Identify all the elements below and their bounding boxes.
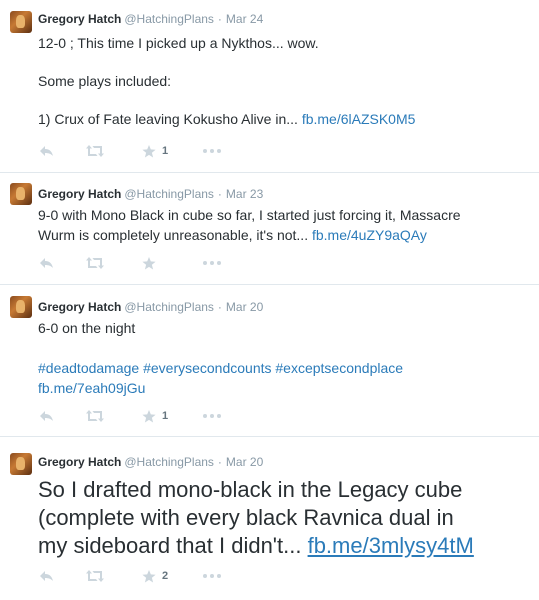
more-button[interactable] [203, 255, 221, 271]
tweet-date[interactable]: Mar 24 [226, 12, 263, 26]
author-name[interactable]: Gregory Hatch [38, 300, 121, 314]
tweet-line-text: Wurm is completely unreasonable, it's no… [38, 227, 309, 243]
star-icon [142, 144, 156, 158]
tweet-line: my sideboard that I didn't... fb.me/3mly… [38, 532, 531, 560]
separator: · [217, 300, 222, 314]
retweet-button[interactable] [86, 408, 104, 424]
tweet-text: So I drafted mono-black in the Legacy cu… [38, 476, 531, 560]
star-icon [142, 569, 156, 583]
tweet-text: 6-0 on the night #deadtodamage #everysec… [38, 318, 531, 398]
tweet-date[interactable]: Mar 20 [226, 455, 263, 469]
author-name[interactable]: Gregory Hatch [38, 187, 121, 201]
author-handle[interactable]: @HatchingPlans [124, 300, 214, 314]
tweet-line: 12-0 ; This time I picked up a Nykthos..… [38, 35, 319, 51]
tweet-timeline: Gregory Hatch @HatchingPlans · Mar 24 12-0 … [0, 0, 539, 600]
more-icon [203, 574, 221, 578]
tweet-line: 9-0 with Mono Black in cube so far, I st… [38, 207, 461, 223]
avatar[interactable] [10, 453, 32, 475]
retweet-icon [86, 570, 104, 582]
retweet-button[interactable] [86, 143, 104, 159]
author-handle[interactable]: @HatchingPlans [124, 187, 214, 201]
separator: · [217, 12, 222, 26]
tweet-line: 6-0 on the night [38, 320, 136, 336]
favorite-button[interactable]: 1 [142, 408, 168, 424]
favorite-button[interactable]: 1 [142, 143, 168, 159]
retweet-button[interactable] [86, 568, 104, 584]
tweet-header: Gregory Hatch @HatchingPlans · Mar 23 [38, 187, 263, 201]
retweet-icon [86, 410, 104, 422]
tweet-actions: 2 [40, 568, 280, 584]
tweet-actions: 1 [40, 143, 280, 159]
more-icon [203, 149, 221, 153]
tweet[interactable]: Gregory Hatch @HatchingPlans · Mar 24 12-0 … [0, 0, 539, 173]
tweet-line: Some plays included: [38, 73, 172, 89]
author-name[interactable]: Gregory Hatch [38, 455, 121, 469]
retweet-button[interactable] [86, 255, 104, 271]
tweet[interactable]: Gregory Hatch @HatchingPlans · Mar 20 So I … [0, 437, 539, 600]
tweet-line: 1) Crux of Fate leaving Kokusho Alive in… [38, 109, 531, 129]
reply-button[interactable] [40, 143, 54, 159]
retweet-icon [86, 257, 104, 269]
tweet-date[interactable]: Mar 20 [226, 300, 263, 314]
avatar[interactable] [10, 11, 32, 33]
tweet-text: 12-0 ; This time I picked up a Nykthos..… [38, 33, 531, 129]
tweet-header: Gregory Hatch @HatchingPlans · Mar 24 [38, 12, 263, 26]
tweet-date[interactable]: Mar 23 [226, 187, 263, 201]
more-button[interactable] [203, 568, 221, 584]
tweet-line: (complete with every black Ravnica dual … [38, 505, 454, 530]
tweet-link[interactable]: fb.me/3mlysy4tM [308, 533, 474, 558]
more-button[interactable] [203, 143, 221, 159]
more-icon [203, 261, 221, 265]
retweet-icon [86, 145, 104, 157]
star-icon [142, 256, 156, 270]
author-handle[interactable]: @HatchingPlans [124, 12, 214, 26]
tweet-line-text: my sideboard that I didn't... [38, 533, 302, 558]
reply-icon [40, 570, 54, 582]
avatar[interactable] [10, 183, 32, 205]
favorite-button[interactable] [142, 255, 162, 271]
reply-icon [40, 145, 54, 157]
tweet-header: Gregory Hatch @HatchingPlans · Mar 20 [38, 455, 263, 469]
favorite-count: 2 [162, 570, 169, 582]
more-icon [203, 414, 221, 418]
favorite-count: 1 [162, 145, 169, 157]
tweet-link[interactable]: fb.me/7eah09jGu [38, 378, 531, 398]
favorite-button[interactable]: 2 [142, 568, 168, 584]
tweet-actions: 1 [40, 408, 280, 424]
reply-button[interactable] [40, 408, 54, 424]
reply-icon [40, 410, 54, 422]
tweet-text: 9-0 with Mono Black in cube so far, I st… [38, 205, 531, 245]
tweet[interactable]: Gregory Hatch @HatchingPlans · Mar 20 6-0 o… [0, 285, 539, 437]
tweet[interactable]: Gregory Hatch @HatchingPlans · Mar 23 9-0 w… [0, 173, 539, 285]
tweet-line-text: 1) Crux of Fate leaving Kokusho Alive in… [38, 111, 298, 127]
reply-icon [40, 257, 54, 269]
tweet-link[interactable]: fb.me/4uZY9aQAy [312, 227, 427, 243]
separator: · [217, 187, 222, 201]
favorite-count: 1 [162, 410, 169, 422]
reply-button[interactable] [40, 255, 54, 271]
author-handle[interactable]: @HatchingPlans [124, 455, 214, 469]
tweet-actions [40, 255, 280, 271]
tweet-line: So I drafted mono-black in the Legacy cu… [38, 477, 463, 502]
separator: · [217, 455, 222, 469]
tweet-line: Wurm is completely unreasonable, it's no… [38, 225, 531, 245]
author-name[interactable]: Gregory Hatch [38, 12, 121, 26]
tweet-header: Gregory Hatch @HatchingPlans · Mar 20 [38, 300, 263, 314]
reply-button[interactable] [40, 568, 54, 584]
avatar[interactable] [10, 296, 32, 318]
tweet-link[interactable]: fb.me/6lAZSK0M5 [302, 111, 416, 127]
more-button[interactable] [203, 408, 221, 424]
tweet-hashtags[interactable]: #deadtodamage #everysecondcounts #except… [38, 358, 531, 378]
star-icon [142, 409, 156, 423]
